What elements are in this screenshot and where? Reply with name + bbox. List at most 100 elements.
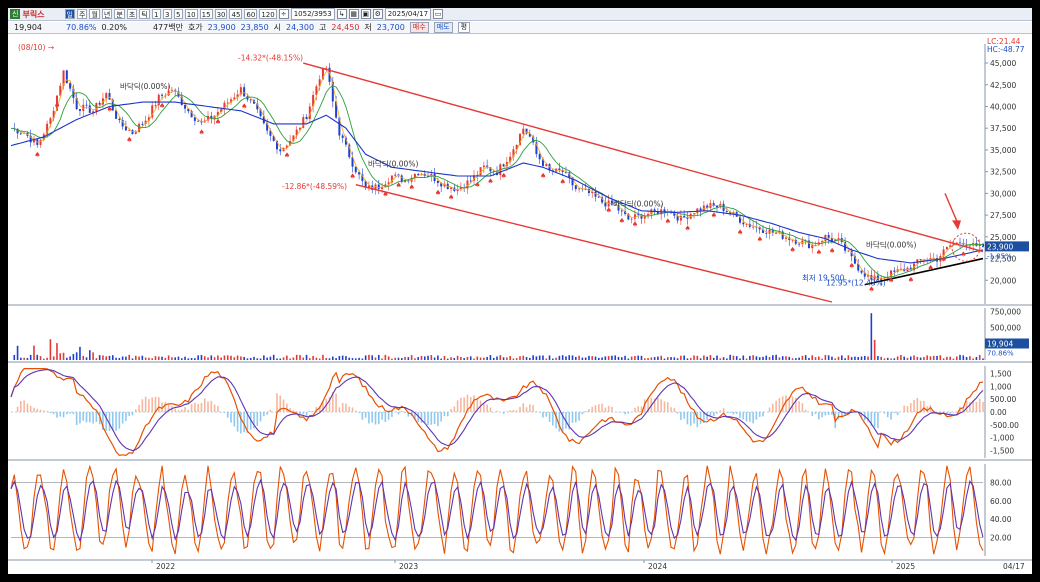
candle-body [574,185,577,190]
average-button[interactable]: 평 [457,22,471,33]
macd-hist-bar [118,412,121,429]
interval-3-button[interactable]: 3 [162,9,172,19]
chart-area[interactable]: 45,000 42,500 40,000 37,500 35,000 32,500 30,0… [8,34,1032,574]
period-second-button[interactable]: 초 [126,9,138,19]
volume-bar [410,355,413,360]
volume-bar [450,357,452,360]
x-tick-label: 2022 [156,562,175,571]
interval-1-button[interactable]: 1 [151,9,161,19]
interval-60-button[interactable]: 60 [244,9,258,19]
signal-star-marker: ♠ [711,212,717,220]
candle-body [725,211,728,212]
volume-bar [79,346,81,360]
macd-hist-bar [965,401,968,412]
macd-hist-bar [174,408,176,412]
volume-bar [249,357,252,360]
macd-hist-bar [552,412,554,426]
macd-hist-bar [200,402,203,412]
last-price-label: 23,900 [987,242,1013,251]
interval-30-button[interactable]: 30 [214,9,228,19]
period-daily-button[interactable]: 일 [64,9,75,19]
buy-button[interactable]: 매수 [409,22,429,33]
macd-hist-bar [309,410,311,412]
volume-bar [742,355,745,360]
signal-star-marker: ♠ [737,229,743,237]
calendar-icon[interactable]: ▭ [433,9,444,19]
macd-hist-bar [66,412,68,415]
volume-bar [299,355,301,360]
volume-bar [647,358,649,360]
spinner-icon[interactable]: ÷ [278,9,289,19]
volume-bar [269,356,272,360]
date-field[interactable]: 2025/04/17 [384,8,432,20]
price-tick-label: 40,000 [990,102,1016,111]
count-display[interactable]: 1052/3953 [290,8,335,20]
interval-5-button[interactable]: 5 [173,9,183,19]
period-monthly-button[interactable]: 월 [89,9,100,19]
period-tick-button[interactable]: 틱 [139,9,150,19]
macd-hist-bar [184,407,186,412]
candle-body [469,180,472,182]
macd-hist-bar [982,401,984,412]
volume-bar [295,354,298,360]
volume-bar [857,357,860,360]
volume-bar [289,358,291,360]
volume-bar [75,352,78,360]
volume-bar [506,357,508,360]
macd-hist-bar [269,409,272,412]
volume-bar [23,357,25,360]
period-weekly-button[interactable]: 주 [77,9,88,19]
sell-button[interactable]: 매도 [433,22,453,33]
volume-bar [226,355,229,360]
interval-15-button[interactable]: 15 [199,9,213,19]
volume-bar [338,355,341,360]
interval-10-button[interactable]: 10 [184,9,198,19]
macd-hist-bar [890,412,892,420]
chart-icon[interactable]: ↳ [336,9,347,19]
candle-body [837,238,840,240]
macd-hist-bar [338,407,341,412]
macd-hist-bar [404,412,406,413]
period-yearly-button[interactable]: 년 [101,9,113,19]
save-icon[interactable]: ▣ [360,9,371,19]
period-minute-button[interactable]: 분 [114,9,125,19]
chart-annotation: 바닥딕(0.00%) [120,81,170,91]
volume-bar [118,357,121,360]
volume-bar [962,355,965,360]
stoch-tick-label: 80.00 [990,478,1012,487]
candle-body [899,268,902,270]
settings-gear-icon[interactable]: ⚙ [372,9,383,19]
stock-name[interactable]: 부릭스 [22,9,44,20]
candle-body [105,93,108,99]
signal-star-marker: ♠ [350,173,356,181]
price-tick-label: 25,000 [990,233,1016,242]
quote-price: 19,904 [14,23,42,32]
grid-icon[interactable]: ▦ [348,9,359,19]
volume-bar [180,358,183,360]
macd-hist-bar [446,412,449,417]
volume-bar [952,358,955,360]
macd-hist-bar [821,412,823,418]
interval-45-button[interactable]: 45 [229,9,243,19]
volume-bar [479,357,482,360]
volume-bar [105,356,108,360]
signal-star-marker: ♠ [960,250,966,258]
macd-hist-bar [729,412,731,413]
volume-bar [693,355,695,360]
toolbar: 신 부릭스 일 주 월 년 분 초 틱 1 3 5 10 15 30 45 60… [8,8,1032,21]
volume-bar [627,358,630,360]
interval-120-button[interactable]: 120 [259,9,277,19]
macd-hist-bar [312,411,314,412]
volume-bar [929,356,932,360]
candle-body [128,130,131,131]
signal-star-marker: ♠ [448,194,454,202]
macd-hist-bar [978,398,981,412]
volume-bar [361,358,364,360]
macd-hist-bar [709,412,712,416]
price-tick-label: 30,000 [990,189,1016,198]
macd-hist-bar [210,400,213,412]
candle-body [279,149,282,152]
macd-hist-bar [601,403,603,412]
candle-body [620,210,623,212]
macd-hist-bar [387,412,390,420]
